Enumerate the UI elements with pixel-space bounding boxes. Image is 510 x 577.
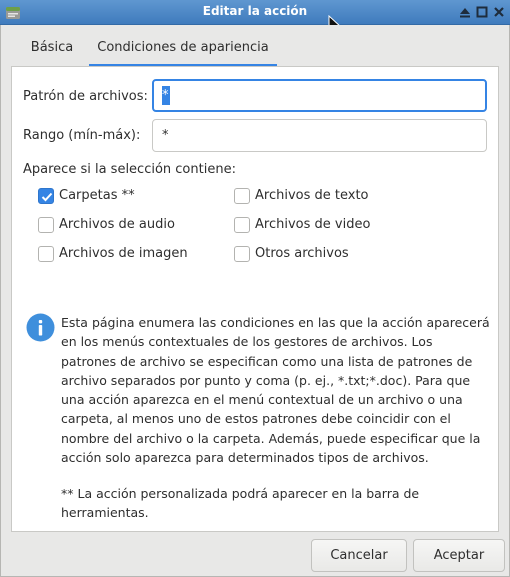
accept-button[interactable]: Aceptar: [413, 539, 505, 572]
checkbox-unchecked-icon[interactable]: [234, 246, 250, 262]
selection-label: Aparece si la selección contiene:: [23, 162, 236, 177]
checkbox-otros-archivos[interactable]: Otros archivos: [234, 246, 404, 264]
checkbox-label: Otros archivos: [255, 246, 349, 261]
range-field[interactable]: [152, 119, 487, 152]
tab-basica[interactable]: Básica: [19, 33, 85, 66]
shade-window-icon[interactable]: [457, 4, 473, 20]
pattern-input[interactable]: [162, 86, 462, 104]
checkbox-label: Archivos de imagen: [59, 246, 188, 261]
checkbox-checked-icon[interactable]: [38, 188, 54, 204]
checkbox-label: Carpetas **: [59, 188, 135, 203]
close-window-icon[interactable]: [491, 4, 507, 20]
checkbox-unchecked-icon[interactable]: [38, 217, 54, 233]
checkbox-archivos-de-texto[interactable]: Archivos de texto: [234, 188, 404, 206]
checkbox-label: Archivos de texto: [255, 188, 369, 203]
range-label: Rango (mín-máx):: [23, 128, 141, 143]
range-input[interactable]: [162, 126, 462, 144]
checkbox-label: Archivos de video: [255, 217, 371, 232]
info-note: ** La acción personalizada podrá aparece…: [61, 486, 420, 521]
info-icon: [26, 313, 55, 342]
checkbox-archivos-de-video[interactable]: Archivos de video: [234, 217, 404, 235]
checkbox-label: Archivos de audio: [59, 217, 175, 232]
maximize-window-icon[interactable]: [474, 4, 490, 20]
window-title: Editar la acción: [202, 4, 308, 18]
checkbox-unchecked-icon[interactable]: [38, 246, 54, 262]
pattern-field[interactable]: [152, 79, 487, 112]
tab-bar: Básica Condiciones de apariencia: [11, 33, 499, 66]
window-titlebar[interactable]: Editar la acción: [0, 0, 510, 36]
cancel-button[interactable]: Cancelar: [311, 539, 407, 572]
checkbox-archivos-de-imagen[interactable]: Archivos de imagen: [38, 246, 208, 264]
checkbox-unchecked-icon[interactable]: [234, 217, 250, 233]
checkbox-unchecked-icon[interactable]: [234, 188, 250, 204]
checkbox-carpetas[interactable]: Carpetas **: [38, 188, 208, 206]
tab-label: Condiciones de apariencia: [97, 40, 269, 55]
pattern-label: Patrón de archivos:: [23, 89, 148, 104]
tab-condiciones-de-apariencia[interactable]: Condiciones de apariencia: [89, 33, 277, 66]
checkbox-archivos-de-audio[interactable]: Archivos de audio: [38, 217, 208, 235]
info-description: Esta página enumera las condiciones en l…: [61, 315, 490, 466]
